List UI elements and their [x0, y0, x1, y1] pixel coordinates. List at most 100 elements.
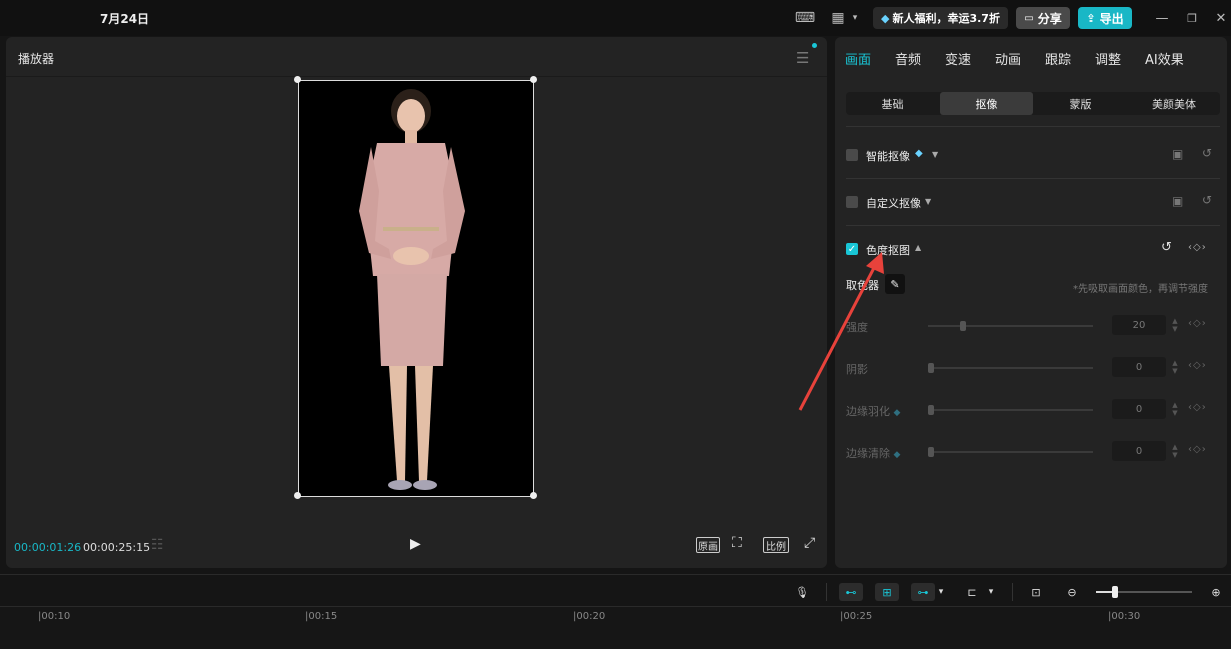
zoom-in-icon[interactable]: ⊕ — [1204, 583, 1228, 601]
diamond-icon: ◆ — [893, 450, 901, 460]
feather-slider[interactable] — [928, 405, 1093, 415]
linkage-icon[interactable]: ⊶ — [911, 583, 935, 601]
player-header — [6, 37, 827, 77]
stepper-icon[interactable]: ▲ ▼ — [1169, 317, 1181, 337]
ruler-tick-label: |00:20 — [573, 611, 606, 622]
promo-text: 新人福利，幸运3.7折 — [892, 12, 1000, 25]
promo-banner[interactable]: ◆ 新人福利，幸运3.7折 — [873, 7, 1008, 29]
subtab-basic[interactable]: 基础 — [846, 92, 939, 115]
divider — [826, 583, 827, 601]
current-time: 00:00:01:26 — [14, 541, 82, 554]
export-label: 导出 — [1099, 11, 1124, 26]
chevron-down-icon[interactable]: ▾ — [848, 8, 862, 28]
reset-icon[interactable]: ↺ — [1202, 146, 1212, 160]
divider — [1012, 583, 1013, 601]
play-icon[interactable]: ▶ — [410, 536, 421, 552]
reset-icon[interactable]: ↺ — [1161, 240, 1172, 255]
share-icon: ▭ — [1024, 12, 1034, 24]
slider-knob[interactable] — [960, 321, 966, 331]
share-button[interactable]: ▭ 分享 — [1016, 7, 1070, 29]
keyframe-icon[interactable]: ‹◇› — [1188, 318, 1207, 329]
maximize-icon[interactable]: ❐ — [1183, 9, 1201, 27]
slider-knob[interactable] — [928, 447, 934, 457]
minimize-icon[interactable]: — — [1153, 9, 1171, 27]
diamond-icon: ◆ — [893, 408, 901, 418]
keyboard-icon[interactable]: ⌨ — [793, 8, 817, 28]
player-panel: 播放器 ☰ 00:00:01:26 00:00:25:15 ☷ ▶ 原画 ⛶ 比… — [6, 37, 827, 568]
properties-panel: 画面 音频 变速 动画 跟踪 调整 AI效果 基础 抠像 蒙版 美颜美体 智能抠… — [835, 37, 1227, 568]
smart-cutout-checkbox[interactable] — [846, 149, 858, 161]
chevron-down-icon[interactable]: ▼ — [932, 150, 938, 159]
tab-speed[interactable]: 变速 — [945, 49, 971, 68]
zoom-fit-icon[interactable]: ⊡ — [1024, 583, 1048, 601]
video-preview[interactable] — [298, 80, 534, 497]
tab-adjust[interactable]: 调整 — [1095, 49, 1121, 68]
resize-handle[interactable] — [294, 492, 301, 499]
subtab-bar: 基础 抠像 蒙版 美颜美体 — [846, 92, 1220, 115]
picker-hint: *先吸取画面颜色，再调节强度 — [1073, 284, 1208, 295]
ratio-button[interactable]: 比例 — [763, 537, 789, 553]
close-icon[interactable]: ✕ — [1212, 9, 1230, 27]
zoom-out-icon[interactable]: ⊖ — [1060, 583, 1084, 601]
strength-value[interactable]: 20 — [1112, 315, 1166, 335]
tab-audio[interactable]: 音频 — [895, 49, 921, 68]
player-title: 播放器 — [18, 52, 55, 66]
keyframe-icon[interactable]: ‹◇› — [1188, 402, 1207, 413]
tab-canvas[interactable]: 画面 — [845, 49, 871, 68]
chevron-up-icon[interactable]: ▲ — [915, 243, 921, 252]
custom-cutout-checkbox[interactable] — [846, 196, 858, 208]
auto-snap-icon[interactable]: ⊞ — [875, 583, 899, 601]
zoom-slider-knob[interactable] — [1112, 586, 1118, 598]
chevron-down-icon[interactable]: ▾ — [934, 583, 948, 601]
menu-icon[interactable]: ☰ — [796, 49, 809, 67]
slider-knob[interactable] — [928, 405, 934, 415]
export-button[interactable]: ⇪ 导出 — [1078, 7, 1132, 29]
divider — [846, 178, 1220, 179]
subtab-beauty[interactable]: 美颜美体 — [1128, 92, 1220, 115]
keyframe-icon[interactable]: ‹◇› — [1188, 242, 1207, 253]
clear-value[interactable]: 0 — [1112, 441, 1166, 461]
feather-value[interactable]: 0 — [1112, 399, 1166, 419]
ruler-tick-label: |00:25 — [840, 611, 873, 622]
tab-animation[interactable]: 动画 — [995, 49, 1021, 68]
resize-handle[interactable] — [530, 492, 537, 499]
keyframe-icon[interactable]: ‹◇› — [1188, 360, 1207, 371]
keyframe-icon[interactable]: ‹◇› — [1188, 444, 1207, 455]
chevron-down-icon[interactable]: ▾ — [984, 583, 998, 601]
chevron-down-icon[interactable]: ▼ — [925, 197, 931, 206]
stepper-icon[interactable]: ▲ ▼ — [1169, 359, 1181, 379]
presenter-figure — [359, 89, 465, 490]
timeline-ruler[interactable]: |00:10 |00:15 |00:20 |00:25 |00:30 — [0, 606, 1231, 649]
divider — [846, 225, 1220, 226]
resize-handle[interactable] — [294, 76, 301, 83]
subtab-mask[interactable]: 蒙版 — [1034, 92, 1127, 115]
slider-knob[interactable] — [928, 363, 934, 373]
clear-slider[interactable] — [928, 447, 1093, 457]
timecode-list-icon[interactable]: ☷ — [151, 537, 164, 553]
shadow-value[interactable]: 0 — [1112, 357, 1166, 377]
edit-icon[interactable]: ▣ — [1172, 147, 1183, 161]
tab-ai-effects[interactable]: AI效果 — [1145, 49, 1184, 68]
upload-icon: ⇪ — [1086, 11, 1096, 25]
preview-axis-icon[interactable]: ⊏ — [960, 583, 984, 601]
fullscreen-icon[interactable]: ⤢ — [804, 535, 815, 551]
subtab-cutout[interactable]: 抠像 — [940, 92, 1033, 115]
edit-icon[interactable]: ▣ — [1172, 194, 1183, 208]
stepper-icon[interactable]: ▲ ▼ — [1169, 443, 1181, 463]
layout-icon[interactable]: ▦ — [826, 8, 850, 28]
strength-slider[interactable] — [928, 321, 1093, 331]
shadow-slider[interactable] — [928, 363, 1093, 373]
microphone-icon[interactable]: 🎙 — [790, 583, 814, 601]
resize-handle[interactable] — [530, 76, 537, 83]
original-quality-button[interactable]: 原画 — [696, 537, 720, 553]
clear-label-text: 边缘清除 — [846, 447, 890, 460]
stepper-icon[interactable]: ▲ ▼ — [1169, 401, 1181, 421]
tab-tracking[interactable]: 跟踪 — [1045, 49, 1071, 68]
divider — [846, 126, 1220, 127]
reset-icon[interactable]: ↺ — [1202, 193, 1212, 207]
main-track-magnet-icon[interactable]: ⊷ — [839, 583, 863, 601]
smart-cutout-label: 智能抠像 — [866, 150, 910, 163]
screenshot-icon[interactable]: ⛶ — [732, 535, 742, 551]
annotation-arrow — [798, 252, 884, 411]
diamond-icon: ◆ — [915, 148, 923, 159]
